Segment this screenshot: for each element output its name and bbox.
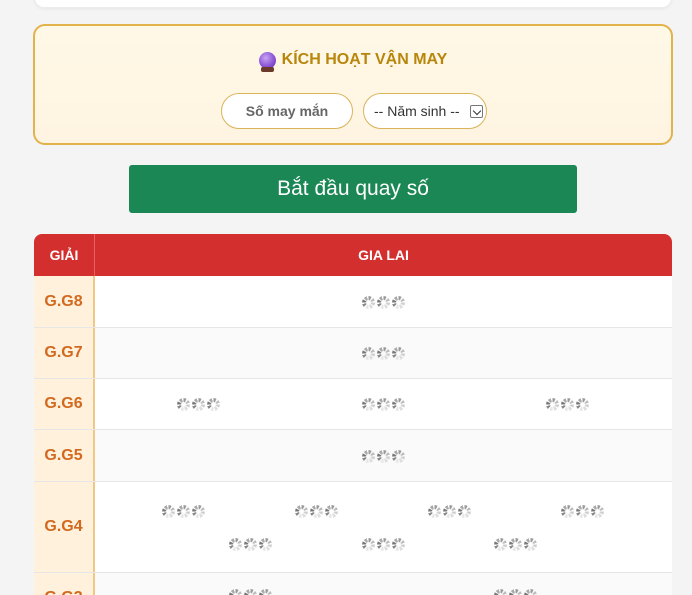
table-header: GIẢI GIA LAI: [34, 234, 672, 276]
loading-spinner-icon: [361, 295, 406, 309]
loading-spinner-icon: [295, 504, 339, 518]
loading-spinner-icon: [494, 537, 538, 551]
prize-label: G.G8: [34, 276, 95, 327]
previous-panel-card: [34, 0, 672, 8]
birth-year-select[interactable]: -- Năm sinh --: [363, 93, 487, 129]
loading-spinner-icon: [162, 504, 206, 518]
prize-values: [95, 482, 672, 572]
loading-spinner-icon: [427, 504, 472, 518]
chevron-down-icon: [469, 104, 483, 118]
start-draw-button[interactable]: Bắt đầu quay số: [129, 165, 577, 213]
prize-values: [95, 328, 672, 378]
prize-label: G.G3: [34, 573, 95, 595]
table-row: G.G4: [34, 482, 672, 573]
prize-values: [95, 573, 672, 595]
loading-spinner-icon: [361, 537, 406, 551]
table-row: G.G8: [34, 276, 672, 328]
luck-title-text: KÍCH HOẠT VẬN MAY: [281, 51, 448, 68]
table-row: G.G7: [34, 328, 672, 379]
loading-spinner-icon: [361, 397, 406, 411]
table-row: G.G3: [34, 573, 672, 595]
table-row: G.G6: [34, 379, 672, 430]
lottery-results-table: GIẢI GIA LAI G.G8 G.G7 G.G6 G.G5 G.G4: [34, 234, 672, 595]
birth-year-selected-value: -- Năm sinh --: [374, 103, 460, 119]
loading-spinner-icon: [228, 537, 273, 551]
prize-values: [95, 276, 672, 327]
prize-label: G.G6: [34, 379, 95, 429]
loading-spinner-icon: [176, 397, 221, 411]
prize-values: [95, 379, 672, 429]
prize-values: [95, 430, 672, 481]
prize-column-header: GIẢI: [34, 234, 95, 276]
loading-spinner-icon: [228, 588, 273, 595]
loading-spinner-icon: [494, 588, 538, 595]
crystal-ball-icon: [258, 51, 276, 72]
luck-title: KÍCH HOẠT VẬN MAY: [35, 51, 671, 72]
loading-spinner-icon: [361, 346, 406, 360]
loading-spinner-icon: [560, 504, 605, 518]
lucky-number-input[interactable]: [221, 93, 353, 129]
luck-activation-panel: KÍCH HOẠT VẬN MAY -- Năm sinh --: [33, 24, 673, 145]
prize-label: G.G4: [34, 482, 95, 572]
prize-label: G.G5: [34, 430, 95, 481]
loading-spinner-icon: [361, 449, 406, 463]
prize-label: G.G7: [34, 328, 95, 378]
table-row: G.G5: [34, 430, 672, 482]
loading-spinner-icon: [546, 397, 590, 411]
province-column-header: GIA LAI: [358, 247, 409, 263]
